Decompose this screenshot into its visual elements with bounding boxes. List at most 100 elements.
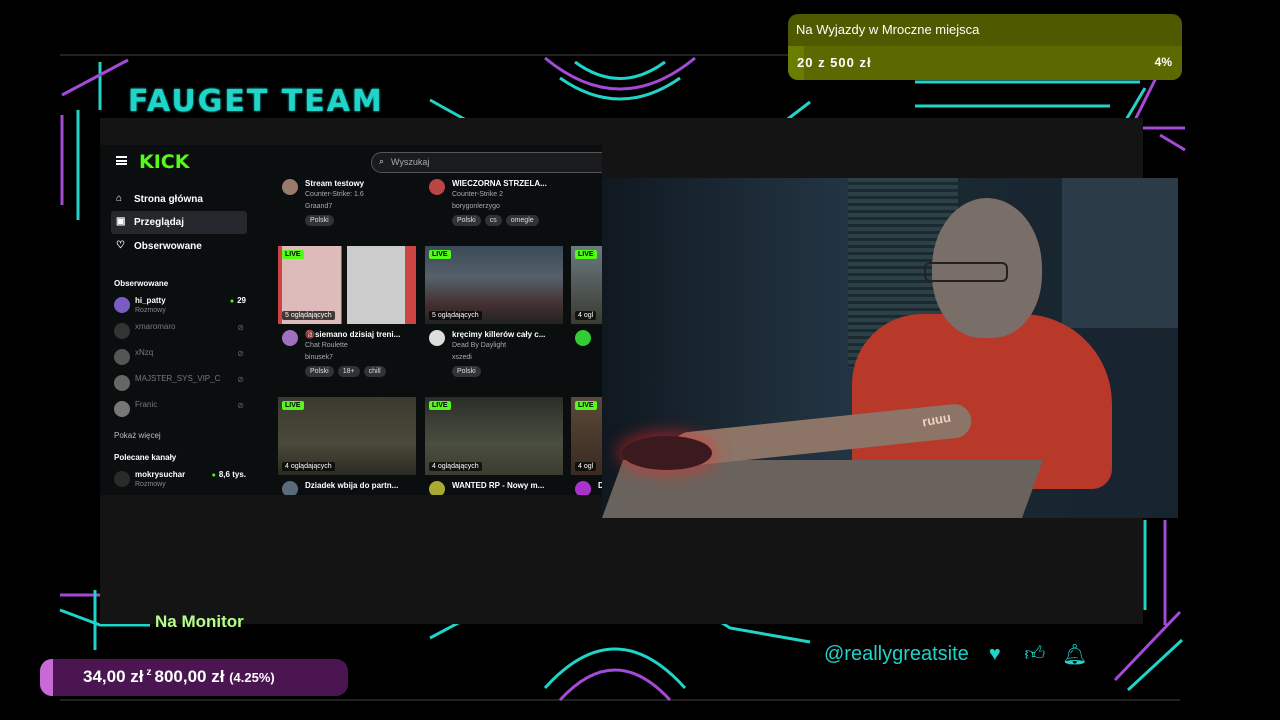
kick-browser-capture: KICK ⌕ Wyszukaj ⌂ Strona główna ▣ Przegl…: [100, 145, 602, 495]
stream-thumbnail[interactable]: LIVE 4 ogl: [571, 397, 602, 475]
live-badge: LIVE: [575, 250, 597, 259]
tag-list: Polski 18+ chill: [305, 366, 386, 377]
stream-title: Stream testowy: [305, 179, 365, 188]
avatar: [429, 330, 445, 346]
tag[interactable]: 18+: [337, 366, 360, 377]
nav-home[interactable]: ⌂ Strona główna: [111, 188, 247, 211]
channel-name: xNzq: [135, 348, 154, 357]
stream-thumbnail[interactable]: LIVE 4 ogl: [571, 246, 602, 324]
viewer-count: 4 oglądających: [429, 462, 482, 471]
search-input[interactable]: ⌕ Wyszukaj: [371, 152, 602, 173]
followed-channel[interactable]: Franic ⊘: [114, 399, 246, 423]
show-more-link[interactable]: Pokaż więcej: [114, 431, 161, 440]
followed-channel[interactable]: MAJSTER_SYS_VIP_C ⊘: [114, 373, 246, 397]
webcam-feed: ruuu: [602, 178, 1178, 518]
viewer-count: 4 oglądających: [282, 462, 335, 471]
avatar: [429, 481, 445, 495]
viewer-count: 4 ogl: [575, 311, 597, 320]
streamer-name: binusek7: [305, 354, 334, 361]
search-placeholder: Wyszukaj: [391, 157, 430, 167]
followed-channel[interactable]: hi_patty Rozmowy 29: [114, 295, 246, 319]
tag[interactable]: chill: [363, 366, 386, 377]
stream-thumbnail[interactable]: LIVE 5 oglądających: [425, 246, 563, 324]
avatar: [114, 323, 130, 339]
tag[interactable]: cs: [484, 215, 502, 226]
kick-logo[interactable]: KICK: [139, 151, 189, 173]
stream-thumbnail[interactable]: LIVE 4 oglądających: [278, 397, 416, 475]
nav-label: Obserwowane: [134, 241, 202, 252]
social-handle: @reallygreatsite: [824, 642, 969, 665]
followed-header: Obserwowane: [114, 279, 169, 288]
nav-label: Strona główna: [134, 194, 203, 205]
channel-category: Rozmowy: [135, 307, 166, 314]
goal-title: Na Wyjazdy w Mroczne miejsca: [788, 14, 1182, 46]
tag[interactable]: Polski: [305, 366, 334, 377]
browse-icon: ▣: [116, 216, 126, 227]
stream-title: 🔞siemano dzisiaj treni...: [305, 330, 401, 339]
nav-browse[interactable]: ▣ Przeglądaj: [111, 211, 247, 234]
viewer-count: 4 ogl: [575, 462, 597, 471]
avatar: [575, 330, 591, 346]
recommended-channel[interactable]: mokrysuchar Rozmowy 8,6 tys.: [114, 469, 246, 493]
tag-list: Polski cs omegle: [452, 215, 539, 226]
stream-thumbnail[interactable]: LIVE 4 oglądających: [425, 397, 563, 475]
followed-channel[interactable]: xNzq ⊘: [114, 347, 246, 371]
viewer-count: 29: [230, 296, 246, 305]
goal-percent: 4%: [1154, 55, 1172, 69]
glasses: [924, 262, 1008, 282]
thumbs-up-icon: 👍︎: [1024, 643, 1046, 665]
stream-thumbnail[interactable]: LIVE 5 oglądających: [278, 246, 416, 324]
stream-title: Dziadek wbija do partn...: [305, 481, 399, 490]
offline-icon: ⊘: [237, 375, 244, 384]
goal-progress-fill: [40, 659, 54, 696]
stream-category: Counter-Strike 2: [452, 191, 503, 198]
viewer-count: 5 oglądających: [282, 311, 335, 320]
avatar: [575, 481, 591, 495]
recommended-header: Polecane kanały: [114, 453, 177, 462]
avatar: [114, 297, 130, 313]
tag[interactable]: Polski: [305, 215, 334, 226]
live-badge: LIVE: [429, 401, 451, 410]
avatar: [114, 401, 130, 417]
goal-target: 800,00 zł: [154, 667, 225, 686]
channel-name: xmaromaro: [135, 322, 176, 331]
channel-name: hi_patty: [135, 296, 166, 305]
goal-progress-bar: 20 z 500 zł 4%: [788, 46, 1182, 80]
live-badge: LIVE: [575, 401, 597, 410]
avatar: [282, 481, 298, 495]
avatar: [114, 349, 130, 365]
monitor-goal-title: Na Monitor: [155, 612, 244, 631]
kick-sidebar: ⌂ Strona główna ▣ Przeglądaj ♡ Obserwowa…: [100, 179, 256, 495]
nav-following[interactable]: ♡ Obserwowane: [111, 235, 247, 258]
goal-percent: (4.25%): [229, 670, 275, 685]
stream-title: kręcimy killerów cały c...: [452, 330, 546, 339]
streamer-name: borygonlerzygo: [452, 203, 500, 210]
goal-amount: 20 z 500 zł: [797, 55, 872, 70]
monitor-goal-bar: 34,00 zł z 800,00 zł (4.25%): [40, 659, 348, 696]
offline-icon: ⊘: [237, 349, 244, 358]
live-badge: LIVE: [429, 250, 451, 259]
stream-title: WANTED RP - Nowy m...: [452, 481, 545, 490]
window: [1062, 178, 1178, 328]
heart-icon: ♥: [988, 642, 1001, 665]
tag[interactable]: Polski: [452, 215, 481, 226]
viewer-count: 8,6 tys.: [212, 470, 246, 479]
gaming-mouse: [622, 436, 712, 470]
search-icon: ⌕: [379, 156, 385, 166]
stream-category: Chat Roulette: [305, 342, 348, 349]
channel-category: Rozmowy: [135, 481, 166, 488]
streamer-name: xszedi: [452, 354, 472, 361]
team-title: FAUGET TEAM: [128, 84, 384, 119]
avatar: [114, 375, 130, 391]
offline-icon: ⊘: [237, 323, 244, 332]
followed-channel[interactable]: xmaromaro ⊘: [114, 321, 246, 345]
stream-category: Counter-Strike: 1.6: [305, 191, 364, 198]
stream-category: Dead By Daylight: [452, 342, 507, 349]
nav-label: Przeglądaj: [134, 217, 185, 228]
tag[interactable]: omegle: [505, 215, 539, 226]
hamburger-menu-icon[interactable]: [116, 156, 127, 165]
goal-amount: 34,00 zł z 800,00 zł (4.25%): [83, 667, 275, 687]
bell-icon: 🔔︎: [1062, 643, 1088, 666]
tag[interactable]: Polski: [452, 366, 481, 377]
goal-current: 34,00 zł: [83, 667, 144, 686]
